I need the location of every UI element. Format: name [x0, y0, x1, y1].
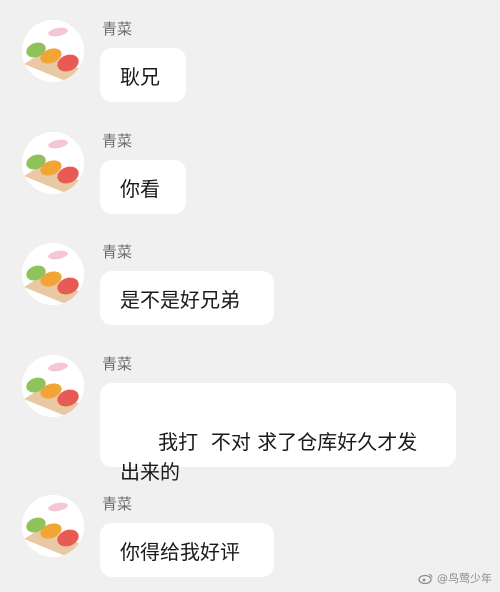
avatar[interactable] — [22, 355, 84, 417]
watermark-text: @鸟莺少年 — [437, 572, 492, 585]
message-bubble[interactable]: 你看 — [100, 160, 186, 214]
message-bubble[interactable]: 是不是好兄弟 — [100, 271, 274, 325]
fruit-skewer-avatar-icon — [22, 132, 84, 194]
message-bubble[interactable]: 我打 不对 求了仓库好久才发出来的 — [100, 383, 456, 484]
fruit-skewer-avatar-icon — [22, 495, 84, 557]
sender-name: 青菜 — [102, 20, 133, 38]
sender-name: 青菜 — [102, 132, 133, 150]
fruit-skewer-avatar-icon — [22, 20, 84, 82]
avatar[interactable] — [22, 20, 84, 82]
weibo-icon — [418, 573, 433, 584]
message-bubble[interactable]: 你得给我好评 — [100, 523, 274, 577]
message-text: 你得给我好评 — [120, 540, 240, 564]
message-text: 耿兄 — [120, 65, 160, 89]
chat-window: 青菜 耿兄 青菜 你看 青菜 是不是好兄弟 青菜 我打 不对 求了仓库好久才发出… — [0, 0, 500, 592]
sender-name: 青菜 — [102, 355, 133, 373]
avatar[interactable] — [22, 243, 84, 305]
fruit-skewer-avatar-icon — [22, 243, 84, 305]
message-bubble[interactable]: 耿兄 — [100, 48, 186, 102]
sender-name: 青菜 — [102, 495, 133, 513]
avatar[interactable] — [22, 495, 84, 557]
message-text: 你看 — [120, 177, 160, 201]
message-text: 我打 不对 求了仓库好久才发出来的 — [120, 430, 418, 484]
fruit-skewer-avatar-icon — [22, 355, 84, 417]
sender-name: 青菜 — [102, 243, 133, 261]
watermark: @鸟莺少年 — [418, 570, 492, 586]
avatar[interactable] — [22, 132, 84, 194]
message-text: 是不是好兄弟 — [120, 288, 240, 312]
